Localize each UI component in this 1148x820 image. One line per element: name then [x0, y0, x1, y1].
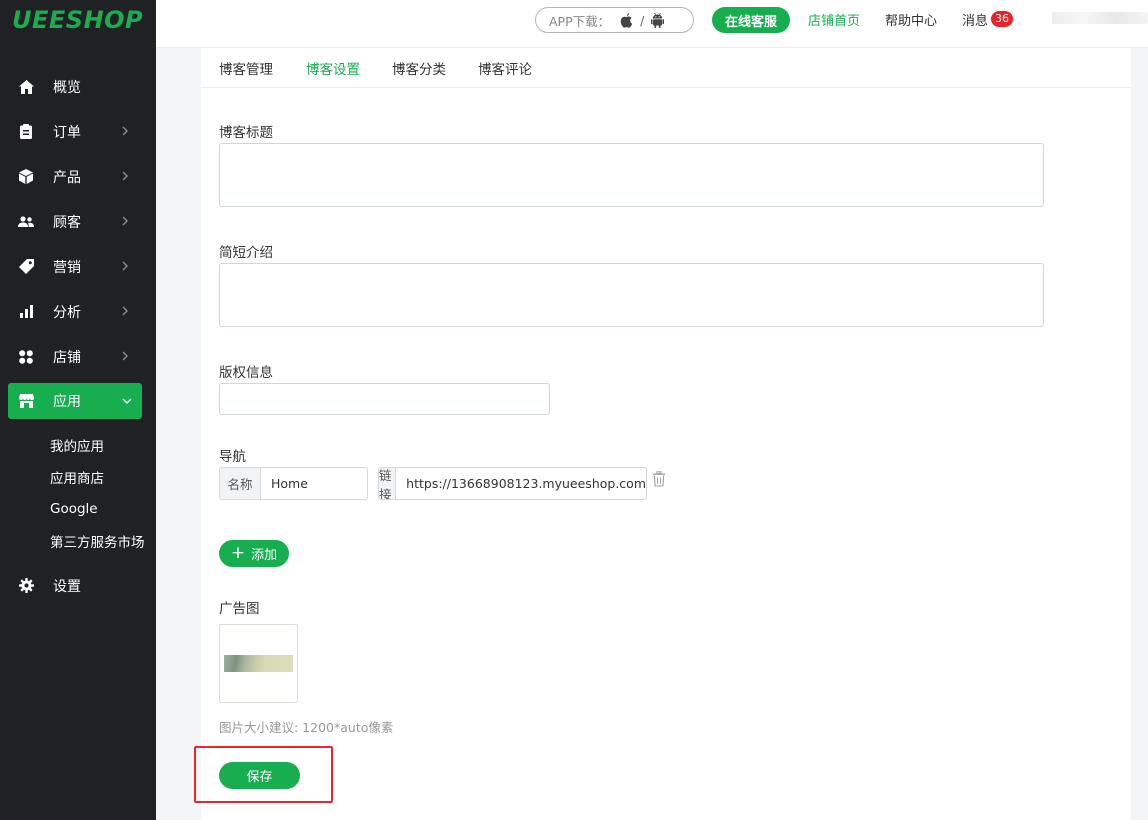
sidebar-item-label: 产品 [53, 169, 81, 186]
box-icon [18, 169, 34, 185]
messages-label: 消息 [962, 13, 989, 29]
online-service-button[interactable]: 在线客服 [712, 7, 790, 33]
sidebar-item-label: 营销 [53, 259, 81, 276]
store-home-link[interactable]: 店铺首页 [808, 0, 860, 38]
users-icon [18, 214, 34, 230]
gear-icon [18, 578, 34, 594]
add-nav-button[interactable]: + 添加 [219, 540, 289, 567]
app-download-pill: APP下载： / [535, 7, 694, 33]
help-center-link[interactable]: 帮助中心 [885, 0, 937, 38]
sidebar-item-marketing[interactable]: 营销 [0, 244, 156, 289]
divider-slash: / [640, 12, 645, 28]
chevron-right-icon [122, 351, 128, 361]
nav-name-input[interactable]: Home [261, 468, 367, 499]
ad-image-size-hint: 图片大小建议: 1200*auto像素 [219, 720, 394, 735]
submenu-google[interactable]: Google [50, 493, 156, 525]
nav-link-addon: 链接 [379, 468, 397, 499]
save-button[interactable]: 保存 [219, 762, 300, 789]
sidebar-item-orders[interactable]: 订单 [0, 109, 156, 154]
sidebar-item-overview[interactable]: 概览 [0, 64, 156, 109]
chevron-down-icon [122, 398, 132, 404]
ueeshop-logo[interactable]: UEESHOP [12, 6, 143, 34]
sidebar-item-customers[interactable]: 顾客 [0, 199, 156, 244]
tab-blog-manage[interactable]: 博客管理 [219, 58, 273, 78]
submenu-third-party-market[interactable]: 第三方服务市场 [50, 525, 156, 557]
navigation-label: 导航 [219, 449, 246, 465]
clipboard-icon [18, 124, 34, 140]
blog-title-input[interactable] [219, 143, 1044, 207]
sidebar-item-label: 订单 [53, 124, 81, 141]
chevron-right-icon [122, 171, 128, 181]
bar-chart-icon [18, 304, 34, 320]
sidebar: UEESHOP 概览 订单 产品 顾客 营销 分析 店铺 应用 我的应用 应用商… [0, 0, 156, 820]
sidebar-item-label: 应用 [53, 394, 81, 410]
top-bar: APP下载： / 在线客服 店铺首页 帮助中心 消息 36 [156, 0, 1148, 48]
nav-link-input[interactable]: https://13668908123.myueeshop.com [396, 468, 646, 499]
apps-submenu: 我的应用 应用商店 Google 第三方服务市场 [0, 423, 156, 563]
sidebar-item-products[interactable]: 产品 [0, 154, 156, 199]
ad-image-thumbnail [224, 655, 293, 672]
sidebar-item-store[interactable]: 店铺 [0, 334, 156, 379]
tab-blog-settings[interactable]: 博客设置 [306, 58, 360, 78]
sidebar-item-label: 顾客 [53, 214, 81, 231]
chevron-right-icon [122, 126, 128, 136]
nav-name-group: 名称 Home [219, 467, 368, 500]
sidebar-item-analytics[interactable]: 分析 [0, 289, 156, 334]
intro-input[interactable] [219, 263, 1044, 327]
copyright-input[interactable] [219, 383, 550, 415]
chevron-right-icon [122, 306, 128, 316]
app-download-label: APP下载： [549, 13, 611, 29]
blog-settings-panel: 博客管理 博客设置 博客分类 博客评论 博客标题 简短介绍 版权信息 导航 名称… [201, 48, 1131, 820]
nav-name-addon: 名称 [220, 468, 261, 499]
chevron-right-icon [122, 261, 128, 271]
ad-image-upload[interactable] [219, 624, 298, 703]
home-icon [18, 79, 34, 95]
apps-icon [18, 349, 34, 365]
ad-image-label: 广告图 [219, 601, 260, 617]
intro-label: 简短介绍 [219, 245, 273, 261]
message-count-badge: 36 [991, 11, 1014, 27]
nav-link-group: 链接 https://13668908123.myueeshop.com [378, 467, 647, 500]
add-nav-label: 添加 [251, 548, 278, 563]
chevron-right-icon [122, 216, 128, 226]
submenu-my-apps[interactable]: 我的应用 [50, 429, 156, 461]
tag-icon [18, 259, 34, 275]
sidebar-item-settings[interactable]: 设置 [0, 563, 156, 608]
copyright-label: 版权信息 [219, 365, 273, 381]
tab-blog-category[interactable]: 博客分类 [392, 58, 446, 78]
submenu-app-store[interactable]: 应用商店 [50, 461, 156, 493]
sidebar-item-label: 概览 [53, 79, 81, 96]
apple-icon[interactable] [620, 12, 633, 28]
sidebar-item-label: 店铺 [53, 349, 81, 366]
blog-tabs: 博客管理 博客设置 博客分类 博客评论 [201, 48, 1131, 88]
plus-icon: + [230, 543, 246, 563]
blog-title-label: 博客标题 [219, 125, 273, 141]
android-icon[interactable] [651, 12, 665, 28]
tab-blog-comments[interactable]: 博客评论 [478, 58, 532, 78]
user-account-blurred[interactable] [1052, 12, 1148, 24]
sidebar-item-label: 设置 [53, 578, 81, 595]
sidebar-item-label: 分析 [53, 304, 81, 321]
store-icon [18, 393, 34, 409]
sidebar-item-apps[interactable]: 应用 [8, 383, 142, 419]
trash-icon[interactable] [652, 471, 666, 487]
messages-link[interactable]: 消息 36 [962, 0, 1014, 38]
sidebar-nav: 概览 订单 产品 顾客 营销 分析 店铺 应用 我的应用 应用商店 Google… [0, 64, 156, 608]
